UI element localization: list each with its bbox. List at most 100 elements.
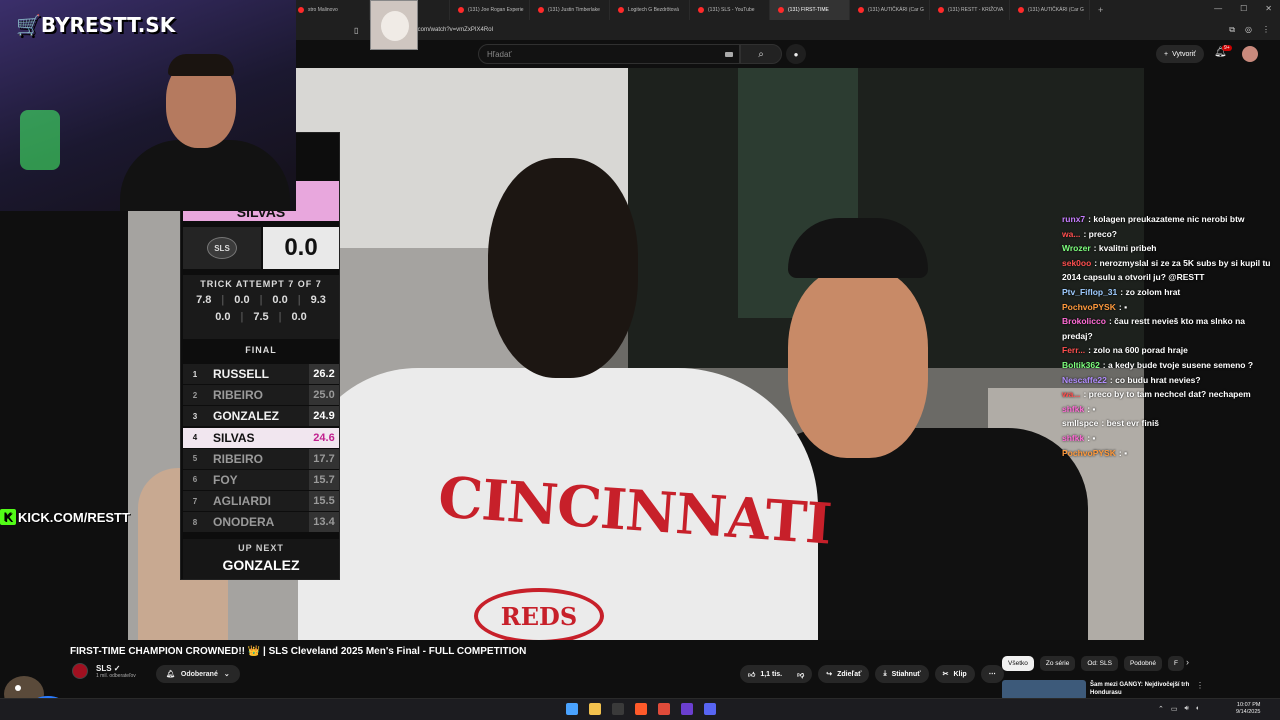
chat-username[interactable]: PochvoPYSK (1062, 302, 1116, 312)
chat-username[interactable]: Nescaffe22 (1062, 375, 1107, 385)
search-input[interactable]: Hľadať (478, 44, 740, 64)
video-actions: 👍︎ 1,1 tis. 👎︎ ↪ Zdieľať ⤓ Stiahnuť ✂ Klip ⋯ (740, 665, 1004, 683)
create-button[interactable]: + Vytvoriť (1156, 45, 1204, 63)
chevron-up-icon[interactable]: ⌃ (1158, 705, 1164, 713)
filter-chip[interactable]: Podobné (1123, 656, 1162, 671)
mic-icon: ● (793, 49, 799, 59)
minimize-icon[interactable]: — (1214, 4, 1222, 13)
youtube-favicon-icon (1018, 7, 1024, 13)
like-count: 1,1 tis. (760, 670, 783, 678)
menu-icon[interactable]: ⋮ (1262, 25, 1270, 35)
url-text[interactable]: .com/watch?v=vmZxPIX4RoI (416, 27, 493, 33)
voice-search-button[interactable]: ● (786, 44, 806, 64)
chat-username[interactable]: smllspce (1062, 418, 1098, 428)
leaderboard-rank: 3 (192, 411, 198, 421)
network-icon[interactable]: ▭ (1171, 705, 1178, 713)
like-button[interactable]: 👍︎ 1,1 tis. 👎︎ (740, 665, 813, 683)
chat-username[interactable]: wa... (1062, 389, 1080, 399)
browser-tab[interactable]: (131) AUTIČKÁRI (Car G (1010, 0, 1090, 20)
profile-icon[interactable]: ◎ (1245, 25, 1252, 35)
chat-username[interactable]: Ferr... (1062, 345, 1085, 355)
chat-username[interactable]: Ptv_Fiflop_31 (1062, 287, 1117, 297)
chat-username[interactable]: shfkk (1062, 404, 1084, 414)
chat-message: smllspce: best evr finiš (1062, 416, 1278, 431)
channel-name[interactable]: SLS ✓ (96, 664, 136, 673)
trick-score: 0.0 (272, 294, 288, 306)
chat-text: best evr finiš (1106, 418, 1160, 429)
chat-username[interactable]: sek0oo (1062, 258, 1091, 268)
channel-info[interactable]: SLS ✓ 1 mil. odberateľov (72, 663, 136, 679)
chat-message: Ptv_Fiflop_31: zo zolom hrat (1062, 285, 1278, 300)
browser-tab[interactable]: (131) Justin Timberlake (530, 0, 610, 20)
stream-chat: runx7: kolagen preukazateme nic nerobi b… (1062, 212, 1278, 460)
plus-icon: + (1164, 50, 1169, 58)
discord-icon[interactable] (704, 703, 716, 715)
chat-text: preco? (1088, 228, 1117, 239)
chrome-icon[interactable] (658, 703, 670, 715)
taskbar-clock[interactable]: 10:07 PM 9/14/2025 (1236, 702, 1260, 716)
clip-button[interactable]: ✂ Klip (934, 665, 975, 683)
bookmark-icon[interactable]: ▯ (354, 26, 358, 35)
more-actions-button[interactable]: ⋯ (980, 665, 1004, 683)
browser-tab[interactable]: stro Malinovo (290, 0, 370, 20)
kick-url: KICK.COM/RESTT (18, 509, 130, 525)
filter-chip[interactable]: Všetko (1002, 656, 1034, 671)
browser-tab[interactable]: (131) Joe Rogan Experie (450, 0, 530, 20)
file-explorer-icon[interactable] (589, 703, 601, 715)
subscribed-button[interactable]: 🔔︎ Odoberané ⌄ (156, 665, 240, 683)
chat-username[interactable]: runx7 (1062, 214, 1085, 224)
volume-icon[interactable]: 🔊︎ (1185, 705, 1189, 713)
maximize-icon[interactable]: ☐ (1240, 4, 1247, 13)
language-icon[interactable]: ◐ (1196, 705, 1200, 713)
search-placeholder: Hľadať (487, 50, 512, 59)
recommended-thumbnail[interactable] (1002, 680, 1086, 700)
share-button[interactable]: ↪ Zdieľať (818, 665, 870, 683)
browser-tab-label: (131) Justin Timberlake (548, 7, 600, 13)
obs-icon[interactable] (681, 703, 693, 715)
chat-text: ▪ (1092, 403, 1096, 414)
clip-label: Klip (953, 670, 967, 678)
keyboard-icon[interactable] (725, 52, 733, 57)
brave-browser-icon[interactable] (635, 703, 647, 715)
browser-tab-label: (131) AUTIČKÁRI (Car G (1028, 7, 1084, 13)
chat-username[interactable]: Wrozer (1062, 243, 1091, 253)
recommended-title[interactable]: Šam mezi GANGY: Nejdivočejší trh Hondura… (1090, 681, 1190, 697)
chat-username[interactable]: PochvoPYSK (1062, 448, 1116, 458)
browser-tab[interactable]: (131) SLS - YouTube (690, 0, 770, 20)
channel-avatar[interactable] (72, 663, 88, 679)
chat-username[interactable]: wa... (1062, 229, 1080, 239)
more-icon[interactable]: ⋮ (1196, 681, 1204, 690)
terminal-icon[interactable] (612, 703, 624, 715)
windows-start-icon[interactable] (566, 703, 578, 715)
browser-tab[interactable]: (131) FIRST-TIME (770, 0, 850, 20)
chat-username[interactable]: Boltik362 (1062, 360, 1100, 370)
account-avatar[interactable] (1242, 46, 1258, 62)
download-button[interactable]: ⤓ Stiahnuť (875, 665, 929, 683)
filter-chip[interactable]: F (1167, 656, 1184, 671)
extensions-icon[interactable]: ⧉ (1229, 25, 1235, 35)
chevron-right-icon[interactable]: › (1186, 657, 1189, 667)
trick-score: 0.0 (291, 311, 307, 323)
browser-tab-label: (131) RESTT - KRIŽOVA (948, 7, 1004, 13)
chat-text: co budu hrat nevies? (1115, 374, 1201, 385)
browser-tab-label: stro Malinovo (308, 7, 338, 13)
leaderboard-name: RIBEIRO (213, 388, 264, 403)
browser-tab[interactable]: (131) RESTT - KRIŽOVA (930, 0, 1010, 20)
streamer-hair (168, 54, 234, 76)
leaderboard-name: ONODERA (213, 515, 275, 530)
chat-username[interactable]: shfkk (1062, 433, 1084, 443)
new-tab-button[interactable]: + (1090, 5, 1111, 15)
chat-username[interactable]: Brokolicco (1062, 316, 1106, 326)
taskbar-apps (566, 703, 716, 715)
close-icon[interactable]: ✕ (1265, 4, 1272, 13)
chat-message: Ferr...: zolo na 600 porad hraje (1062, 343, 1278, 358)
recommendation-chips: Všetko Zo série Od: SLS Podobné F (1002, 656, 1184, 671)
window-controls: — ☐ ✕ (1214, 4, 1272, 13)
search-button[interactable]: ⌕ (740, 44, 782, 64)
thumbs-down-icon[interactable]: 👎︎ (797, 670, 804, 679)
filter-chip[interactable]: Zo série (1039, 656, 1076, 671)
youtube-favicon-icon (298, 7, 304, 13)
browser-tab[interactable]: Logitech G Bezdrôtová (610, 0, 690, 20)
filter-chip[interactable]: Od: SLS (1081, 656, 1118, 671)
browser-tab[interactable]: (131) AUTIČKÁRI (Car G (850, 0, 930, 20)
